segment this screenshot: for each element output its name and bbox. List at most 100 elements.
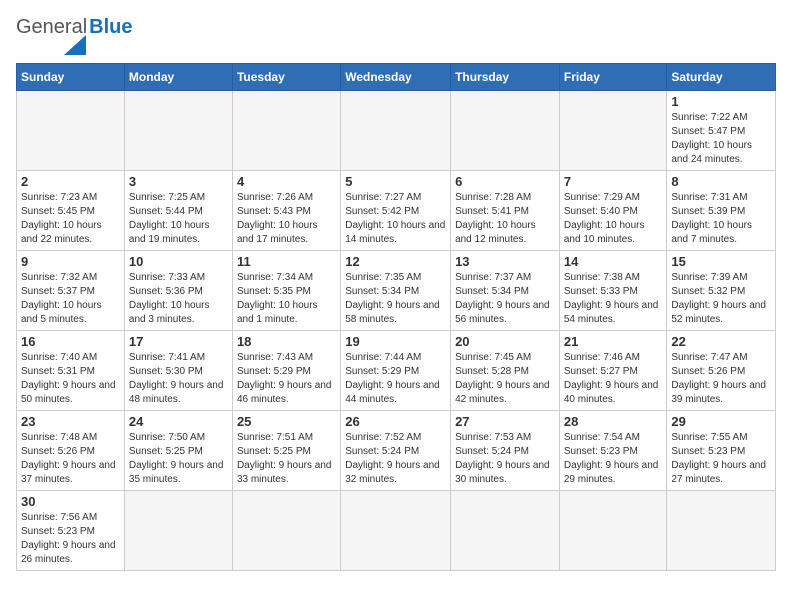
day-info: Sunrise: 7:51 AM Sunset: 5:25 PM Dayligh… xyxy=(237,431,336,487)
calendar-header-saturday: Saturday xyxy=(667,64,776,91)
day-info: Sunrise: 7:55 AM Sunset: 5:23 PM Dayligh… xyxy=(671,431,771,487)
calendar-cell xyxy=(124,491,232,571)
day-info: Sunrise: 7:46 AM Sunset: 5:27 PM Dayligh… xyxy=(564,351,663,407)
day-info: Sunrise: 7:41 AM Sunset: 5:30 PM Dayligh… xyxy=(129,351,228,407)
calendar-cell: 27 Sunrise: 7:53 AM Sunset: 5:24 PM Dayli… xyxy=(451,411,560,491)
day-info: Sunrise: 7:28 AM Sunset: 5:41 PM Dayligh… xyxy=(455,191,555,247)
calendar-week-row: 23Sunrise: 7:48 AM Sunset: 5:26 PM Dayli… xyxy=(17,411,776,491)
calendar-week-row: 30 Sunrise: 7:56 AM Sunset: 5:23 PM Dayli… xyxy=(17,491,776,571)
day-number: 29 xyxy=(671,414,771,429)
day-number: 9 xyxy=(21,254,120,269)
day-number: 15 xyxy=(671,254,771,269)
calendar-cell: 9 Sunrise: 7:32 AM Sunset: 5:37 PM Daylig… xyxy=(17,251,125,331)
day-number: 2 xyxy=(21,174,120,189)
calendar-cell: 29 Sunrise: 7:55 AM Sunset: 5:23 PM Dayli… xyxy=(667,411,776,491)
calendar-header-thursday: Thursday xyxy=(451,64,560,91)
calendar-header-monday: Monday xyxy=(124,64,232,91)
calendar-week-row: 2 Sunrise: 7:23 AM Sunset: 5:45 PM Daylig… xyxy=(17,171,776,251)
logo-blue-text: Blue xyxy=(89,16,132,39)
calendar-cell: 1Sunrise: 7:22 AM Sunset: 5:47 PM Daylig… xyxy=(667,91,776,171)
day-info: Sunrise: 7:54 AM Sunset: 5:23 PM Dayligh… xyxy=(564,431,663,487)
calendar-cell: 22 Sunrise: 7:47 AM Sunset: 5:26 PM Dayli… xyxy=(667,331,776,411)
day-number: 10 xyxy=(129,254,228,269)
calendar-cell xyxy=(124,91,232,171)
day-number: 22 xyxy=(671,334,771,349)
day-info: Sunrise: 7:32 AM Sunset: 5:37 PM Dayligh… xyxy=(21,271,120,327)
calendar-cell: 4Sunrise: 7:26 AM Sunset: 5:43 PM Daylig… xyxy=(232,171,340,251)
day-info: Sunrise: 7:45 AM Sunset: 5:28 PM Dayligh… xyxy=(455,351,555,407)
calendar-cell xyxy=(232,491,340,571)
day-number: 19 xyxy=(345,334,446,349)
day-number: 11 xyxy=(237,254,336,269)
day-number: 5 xyxy=(345,174,446,189)
day-number: 8 xyxy=(671,174,771,189)
day-info: Sunrise: 7:50 AM Sunset: 5:25 PM Dayligh… xyxy=(129,431,228,487)
day-info: Sunrise: 7:40 AM Sunset: 5:31 PM Dayligh… xyxy=(21,351,120,407)
day-number: 24 xyxy=(129,414,228,429)
calendar-cell: 3Sunrise: 7:25 AM Sunset: 5:44 PM Daylig… xyxy=(124,171,232,251)
calendar-cell: 10 Sunrise: 7:33 AM Sunset: 5:36 PM Dayli… xyxy=(124,251,232,331)
calendar-cell: 2 Sunrise: 7:23 AM Sunset: 5:45 PM Daylig… xyxy=(17,171,125,251)
day-info: Sunrise: 7:29 AM Sunset: 5:40 PM Dayligh… xyxy=(564,191,663,247)
day-number: 26 xyxy=(345,414,446,429)
calendar-cell: 11 Sunrise: 7:34 AM Sunset: 5:35 PM Dayli… xyxy=(232,251,340,331)
calendar-cell xyxy=(559,91,667,171)
day-info: Sunrise: 7:53 AM Sunset: 5:24 PM Dayligh… xyxy=(455,431,555,487)
calendar-cell: 15 Sunrise: 7:39 AM Sunset: 5:32 PM Dayli… xyxy=(667,251,776,331)
day-info: Sunrise: 7:52 AM Sunset: 5:24 PM Dayligh… xyxy=(345,431,446,487)
day-number: 13 xyxy=(455,254,555,269)
day-number: 12 xyxy=(345,254,446,269)
day-info: Sunrise: 7:31 AM Sunset: 5:39 PM Dayligh… xyxy=(671,191,771,247)
day-number: 17 xyxy=(129,334,228,349)
day-number: 30 xyxy=(21,494,120,509)
calendar-table: SundayMondayTuesdayWednesdayThursdayFrid… xyxy=(16,63,776,571)
day-info: Sunrise: 7:47 AM Sunset: 5:26 PM Dayligh… xyxy=(671,351,771,407)
calendar-cell: 24 Sunrise: 7:50 AM Sunset: 5:25 PM Dayli… xyxy=(124,411,232,491)
day-info: Sunrise: 7:38 AM Sunset: 5:33 PM Dayligh… xyxy=(564,271,663,327)
day-number: 6 xyxy=(455,174,555,189)
calendar-cell xyxy=(451,91,560,171)
calendar-cell xyxy=(559,491,667,571)
calendar-cell: 6 Sunrise: 7:28 AM Sunset: 5:41 PM Daylig… xyxy=(451,171,560,251)
calendar-cell: 30 Sunrise: 7:56 AM Sunset: 5:23 PM Dayli… xyxy=(17,491,125,571)
calendar-cell: 5 Sunrise: 7:27 AM Sunset: 5:42 PM Daylig… xyxy=(341,171,451,251)
day-info: Sunrise: 7:23 AM Sunset: 5:45 PM Dayligh… xyxy=(21,191,120,247)
day-info: Sunrise: 7:56 AM Sunset: 5:23 PM Dayligh… xyxy=(21,511,120,567)
day-info: Sunrise: 7:27 AM Sunset: 5:42 PM Dayligh… xyxy=(345,191,446,247)
calendar-cell: 13Sunrise: 7:37 AM Sunset: 5:34 PM Dayli… xyxy=(451,251,560,331)
calendar-cell: 28 Sunrise: 7:54 AM Sunset: 5:23 PM Dayli… xyxy=(559,411,667,491)
day-number: 27 xyxy=(455,414,555,429)
day-number: 1 xyxy=(671,94,771,109)
calendar-cell: 26 Sunrise: 7:52 AM Sunset: 5:24 PM Dayli… xyxy=(341,411,451,491)
day-info: Sunrise: 7:39 AM Sunset: 5:32 PM Dayligh… xyxy=(671,271,771,327)
day-number: 3 xyxy=(129,174,228,189)
calendar-cell xyxy=(232,91,340,171)
calendar-header-friday: Friday xyxy=(559,64,667,91)
calendar-cell: 19Sunrise: 7:44 AM Sunset: 5:29 PM Dayli… xyxy=(341,331,451,411)
page-header: General Blue xyxy=(16,16,776,55)
calendar-week-row: 1Sunrise: 7:22 AM Sunset: 5:47 PM Daylig… xyxy=(17,91,776,171)
calendar-header-sunday: Sunday xyxy=(17,64,125,91)
calendar-cell: 21 Sunrise: 7:46 AM Sunset: 5:27 PM Dayli… xyxy=(559,331,667,411)
calendar-cell: 18Sunrise: 7:43 AM Sunset: 5:29 PM Dayli… xyxy=(232,331,340,411)
calendar-cell xyxy=(17,91,125,171)
calendar-header-row: SundayMondayTuesdayWednesdayThursdayFrid… xyxy=(17,64,776,91)
day-number: 28 xyxy=(564,414,663,429)
calendar-cell: 25Sunrise: 7:51 AM Sunset: 5:25 PM Dayli… xyxy=(232,411,340,491)
day-info: Sunrise: 7:48 AM Sunset: 5:26 PM Dayligh… xyxy=(21,431,120,487)
day-info: Sunrise: 7:34 AM Sunset: 5:35 PM Dayligh… xyxy=(237,271,336,327)
day-number: 7 xyxy=(564,174,663,189)
day-number: 16 xyxy=(21,334,120,349)
day-number: 21 xyxy=(564,334,663,349)
day-number: 18 xyxy=(237,334,336,349)
calendar-cell: 16 Sunrise: 7:40 AM Sunset: 5:31 PM Dayli… xyxy=(17,331,125,411)
logo-triangle-icon xyxy=(64,35,86,55)
calendar-cell xyxy=(341,91,451,171)
calendar-cell: 14Sunrise: 7:38 AM Sunset: 5:33 PM Dayli… xyxy=(559,251,667,331)
day-info: Sunrise: 7:33 AM Sunset: 5:36 PM Dayligh… xyxy=(129,271,228,327)
calendar-week-row: 16 Sunrise: 7:40 AM Sunset: 5:31 PM Dayli… xyxy=(17,331,776,411)
day-number: 20 xyxy=(455,334,555,349)
calendar-cell: 12Sunrise: 7:35 AM Sunset: 5:34 PM Dayli… xyxy=(341,251,451,331)
calendar-cell: 7 Sunrise: 7:29 AM Sunset: 5:40 PM Daylig… xyxy=(559,171,667,251)
calendar-header-wednesday: Wednesday xyxy=(341,64,451,91)
